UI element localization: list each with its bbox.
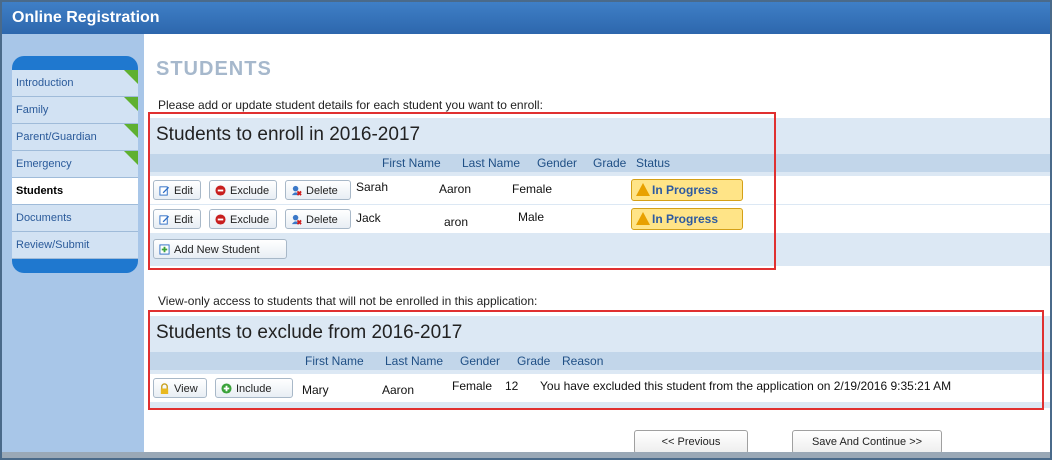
nav-item-label: Parent/Guardian: [16, 131, 97, 143]
view-only-text: View-only access to students that will n…: [158, 294, 538, 308]
nav-item-label: Emergency: [16, 158, 72, 170]
enroll-highlight-box: [148, 112, 776, 270]
check-icon: [124, 151, 138, 165]
nav-item-emergency[interactable]: Emergency: [12, 151, 138, 178]
app-title: Online Registration: [2, 2, 1050, 34]
nav-item-label: Documents: [16, 212, 72, 224]
save-and-continue-button[interactable]: Save And Continue >>: [792, 430, 942, 454]
nav-item-introduction[interactable]: Introduction: [12, 70, 138, 97]
nav-item-label: Students: [16, 185, 64, 197]
nav-item-family[interactable]: Family: [12, 97, 138, 124]
step-navigation: Introduction Family Parent/Guardian Emer…: [12, 56, 138, 273]
left-panel: Introduction Family Parent/Guardian Emer…: [2, 34, 144, 458]
nav-item-label: Family: [16, 104, 49, 116]
check-icon: [124, 124, 138, 138]
previous-button[interactable]: << Previous: [634, 430, 748, 454]
app-window: Online Registration Introduction Family …: [0, 0, 1052, 460]
nav-item-label: Review/Submit: [16, 239, 90, 251]
nav-item-label: Introduction: [16, 77, 74, 89]
intro-text: Please add or update student details for…: [158, 98, 543, 112]
nav-item-parent-guardian[interactable]: Parent/Guardian: [12, 124, 138, 151]
nav-item-students[interactable]: Students: [12, 178, 138, 205]
exclude-highlight-box: [148, 310, 1044, 410]
nav-item-review-submit[interactable]: Review/Submit: [12, 232, 138, 259]
check-icon: [124, 70, 138, 84]
nav-item-documents[interactable]: Documents: [12, 205, 138, 232]
check-icon: [124, 97, 138, 111]
bottom-border: [2, 452, 1050, 458]
page-title: STUDENTS: [156, 58, 272, 80]
